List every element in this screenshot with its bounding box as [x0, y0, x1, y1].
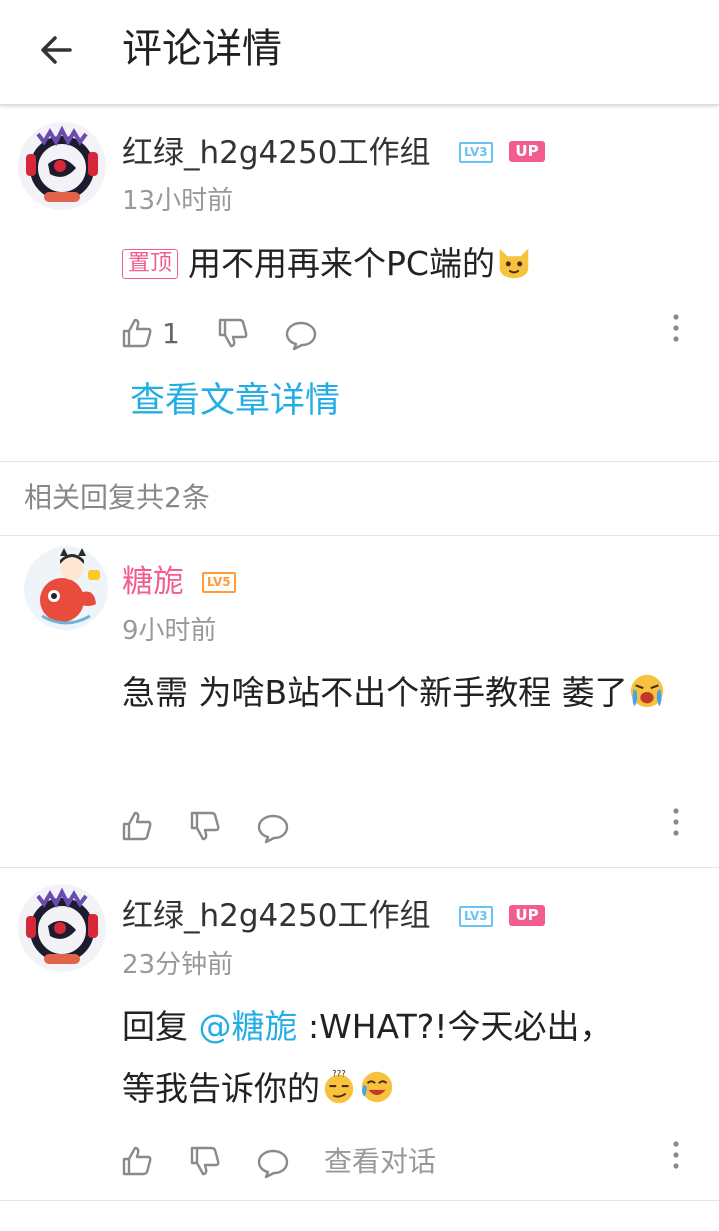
avatar-image: [24, 546, 108, 630]
arrow-left-icon[interactable]: [36, 30, 76, 70]
username[interactable]: 红绿_h2g4250工作组: [122, 896, 430, 936]
level-badge: LV3: [459, 142, 493, 163]
like-count: 1: [162, 317, 180, 350]
thumbs-up-icon[interactable]: [120, 809, 154, 843]
comment-bubble-icon[interactable]: [256, 811, 290, 845]
comment-time: 13小时前: [122, 186, 234, 216]
replies-count-header: 相关回复共2条: [24, 481, 210, 514]
comment-bubble-icon[interactable]: [284, 318, 318, 352]
svg-text:???: ???: [332, 1070, 346, 1080]
thumbs-up-icon[interactable]: [120, 316, 154, 350]
mention-link[interactable]: @糖旎: [199, 1007, 298, 1046]
page-title: 评论详情: [122, 26, 282, 72]
level-badge: LV3: [459, 906, 493, 927]
comment-time: 23分钟前: [122, 950, 234, 980]
comment-time: 9小时前: [122, 616, 217, 646]
thumbs-down-icon[interactable]: [188, 1144, 222, 1178]
laughing-crying-emoji: [361, 1071, 393, 1103]
view-conversation-link[interactable]: 查看对话: [324, 1145, 436, 1179]
more-vertical-icon[interactable]: [670, 807, 682, 837]
comment-text: :WHAT?!今天必出，: [297, 1007, 613, 1046]
up-badge: UP: [509, 141, 545, 162]
comment-content: 回复 @糖旎 :WHAT?!今天必出， 等我告诉你的 ???: [122, 996, 702, 1120]
divider: [0, 1200, 719, 1201]
thumbs-down-icon[interactable]: [188, 809, 222, 843]
thumbs-up-icon[interactable]: [120, 1144, 154, 1178]
cat-face-emoji: [499, 248, 529, 279]
avatar-image: [18, 884, 106, 972]
comment-content: 置顶 用不用再来个PC端的: [122, 233, 533, 295]
more-vertical-icon[interactable]: [670, 1140, 682, 1170]
more-vertical-icon[interactable]: [670, 313, 682, 343]
up-badge: UP: [509, 905, 545, 926]
avatar[interactable]: [18, 122, 106, 210]
username[interactable]: 红绿_h2g4250工作组: [122, 133, 430, 173]
comment-text: 急需 为啥B站不出个新手教程 萎了: [122, 673, 628, 712]
comment-text: 用不用再来个PC端的: [188, 244, 495, 283]
level-badge: LV5: [202, 572, 236, 593]
reply-prefix: 回复: [122, 1007, 199, 1046]
comment-content: 急需 为啥B站不出个新手教程 萎了: [122, 662, 702, 724]
divider: [0, 867, 719, 868]
thumbs-down-icon[interactable]: [216, 316, 250, 350]
divider: [0, 461, 719, 462]
avatar[interactable]: [18, 884, 106, 972]
crying-face-emoji: [630, 674, 663, 708]
comment-text: 等我告诉你的: [122, 1069, 320, 1108]
avatar-image: [18, 122, 106, 210]
top-app-bar: 评论详情: [0, 0, 719, 105]
thinking-face-emoji: ???: [324, 1070, 354, 1104]
comment-bubble-icon[interactable]: [256, 1146, 290, 1180]
username[interactable]: 糖旎: [122, 562, 184, 602]
avatar[interactable]: [24, 546, 112, 634]
divider: [0, 535, 719, 536]
view-article-link[interactable]: 查看文章详情: [130, 378, 340, 424]
pinned-tag: 置顶: [122, 249, 179, 279]
